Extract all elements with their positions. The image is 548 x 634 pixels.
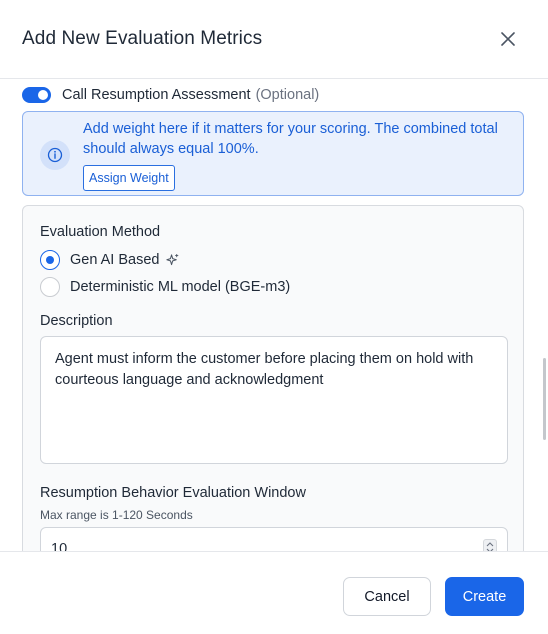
sparkle-icon	[165, 253, 180, 268]
radio-button-unselected[interactable]	[40, 277, 60, 297]
metric-name: Call Resumption Assessment	[62, 87, 251, 103]
resumption-window-helper: Max range is 1-120 Seconds	[40, 508, 193, 522]
radio-deterministic-ml[interactable]: Deterministic ML model (BGE-m3)	[40, 277, 290, 297]
resumption-window-value: 10	[51, 541, 68, 551]
close-icon	[501, 32, 515, 46]
resumption-window-label: Resumption Behavior Evaluation Window	[40, 485, 306, 501]
number-spinner[interactable]	[483, 539, 497, 551]
scrollbar-thumb[interactable]	[543, 358, 546, 440]
radio-label-deterministic: Deterministic ML model (BGE-m3)	[70, 279, 291, 295]
metric-config-card: Evaluation Method Gen AI Based Determini…	[22, 205, 524, 551]
info-icon-wrap	[40, 140, 70, 170]
info-message: Add weight here if it matters for your s…	[83, 121, 498, 157]
description-textarea[interactable]: Agent must inform the customer before pl…	[40, 336, 508, 464]
description-label: Description	[40, 313, 113, 329]
spinner-up-icon[interactable]	[486, 541, 494, 547]
radio-button-selected[interactable]	[40, 250, 60, 270]
create-button[interactable]: Create	[445, 577, 524, 616]
weight-info-banner: Add weight here if it matters for your s…	[22, 111, 524, 196]
metric-toggle-row: Call Resumption Assessment (Optional)	[22, 86, 319, 104]
toggle-knob	[38, 90, 48, 100]
close-button[interactable]	[496, 27, 520, 51]
assign-weight-button[interactable]: Assign Weight	[83, 165, 175, 191]
dialog-body[interactable]: Call Resumption Assessment (Optional) Ad…	[0, 80, 548, 551]
radio-gen-ai-based[interactable]: Gen AI Based	[40, 250, 180, 270]
evaluation-method-label: Evaluation Method	[40, 224, 161, 240]
metric-enable-toggle[interactable]	[22, 87, 51, 103]
optional-label: (Optional)	[255, 87, 320, 103]
dialog-footer: Cancel Create	[0, 551, 548, 634]
radio-label-gen-ai: Gen AI Based	[70, 252, 160, 268]
resumption-window-input[interactable]: 10	[40, 527, 508, 551]
cancel-button[interactable]: Cancel	[343, 577, 431, 616]
info-icon	[47, 147, 63, 163]
add-evaluation-metrics-dialog: Add New Evaluation Metrics Call Resumpti…	[0, 0, 548, 634]
dialog-title: Add New Evaluation Metrics	[22, 28, 263, 49]
dialog-header: Add New Evaluation Metrics	[0, 0, 548, 79]
